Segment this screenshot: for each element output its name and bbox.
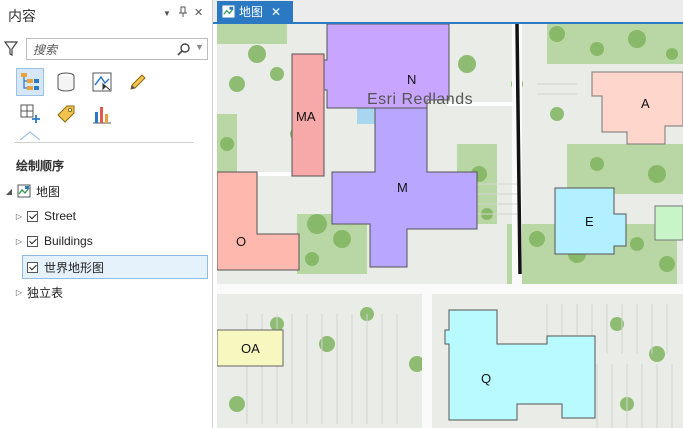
contents-pane: 内容 ▼ ✕ ▼ 绘制顺序 ◢ 地图: [0, 0, 213, 428]
basemap: [217, 24, 683, 428]
layer-row-buildings[interactable]: ▷ Buildings: [14, 230, 93, 252]
tab-label: 地图: [239, 5, 264, 19]
map-node[interactable]: ◢ 地图: [4, 180, 60, 202]
building-label-a[interactable]: A: [641, 96, 650, 111]
layer-label: Buildings: [44, 234, 93, 248]
place-label: Esri Redlands: [367, 91, 474, 108]
pane-title: 内容: [8, 8, 36, 24]
building-label-e[interactable]: E: [585, 214, 594, 229]
building-label-ma[interactable]: MA: [296, 109, 316, 124]
standalone-tables-label: 独立表: [27, 285, 64, 300]
collapse-triangle-icon[interactable]: ◢: [4, 187, 14, 196]
list-by-drawing-order-icon[interactable]: [16, 68, 44, 96]
expand-triangle-icon[interactable]: ▷: [14, 288, 24, 297]
building-label-q[interactable]: Q: [481, 371, 491, 386]
layer-row-street[interactable]: ▷ Street: [14, 205, 76, 227]
building-label-o[interactable]: O: [236, 234, 246, 249]
layer-visibility-checkbox[interactable]: [27, 235, 38, 247]
list-by-snapping-icon[interactable]: [16, 100, 44, 128]
filter-icon[interactable]: [4, 41, 18, 57]
expand-triangle-icon[interactable]: ▷: [14, 237, 24, 246]
pane-menu-button[interactable]: ▼: [163, 9, 171, 18]
search-options-chevron-icon[interactable]: ▼: [195, 42, 204, 52]
map-icon: [17, 184, 31, 198]
view-tab-bar: 地图 ✕: [213, 0, 683, 24]
map-node-label: 地图: [36, 184, 61, 199]
layer-row-world-topographic[interactable]: 世界地形图: [22, 255, 208, 279]
list-by-data-source-icon[interactable]: [52, 68, 80, 96]
map-canvas[interactable]: Esri Redlands N MA M O A E OA Q: [217, 24, 683, 428]
map-icon: [222, 5, 235, 18]
search-icon[interactable]: [177, 42, 191, 56]
building-label-oa[interactable]: OA: [241, 341, 260, 356]
map-view: 地图 ✕ Esri Redlands N MA M O A E OA Q: [213, 0, 683, 428]
layer-label: 世界地形图: [44, 260, 105, 275]
standalone-tables-node[interactable]: ▷ 独立表: [14, 281, 63, 303]
building-label-n[interactable]: N: [407, 72, 416, 87]
search-box[interactable]: ▼: [26, 38, 208, 60]
pin-icon[interactable]: [178, 6, 188, 21]
layer-visibility-checkbox[interactable]: [27, 210, 38, 222]
layer-label: Street: [44, 209, 77, 223]
close-tab-icon[interactable]: ✕: [271, 5, 281, 19]
tab-map[interactable]: 地图 ✕: [217, 1, 293, 22]
building-label-m[interactable]: M: [397, 180, 408, 195]
search-row: ▼: [4, 38, 208, 62]
list-by-charts-icon[interactable]: [88, 100, 116, 128]
active-view-caret-icon: [20, 131, 40, 140]
search-input[interactable]: [31, 41, 175, 59]
list-by-labeling-icon[interactable]: [52, 100, 80, 128]
expand-triangle-icon[interactable]: ▷: [14, 212, 24, 221]
list-by-editing-icon[interactable]: [124, 68, 152, 96]
layer-visibility-checkbox[interactable]: [27, 261, 38, 273]
close-pane-button[interactable]: ✕: [194, 6, 203, 19]
pane-header: 内容 ▼ ✕: [0, 0, 212, 28]
divider: [14, 142, 194, 143]
list-by-selection-icon[interactable]: [88, 68, 116, 96]
drawing-order-heading: 绘制顺序: [16, 159, 65, 173]
